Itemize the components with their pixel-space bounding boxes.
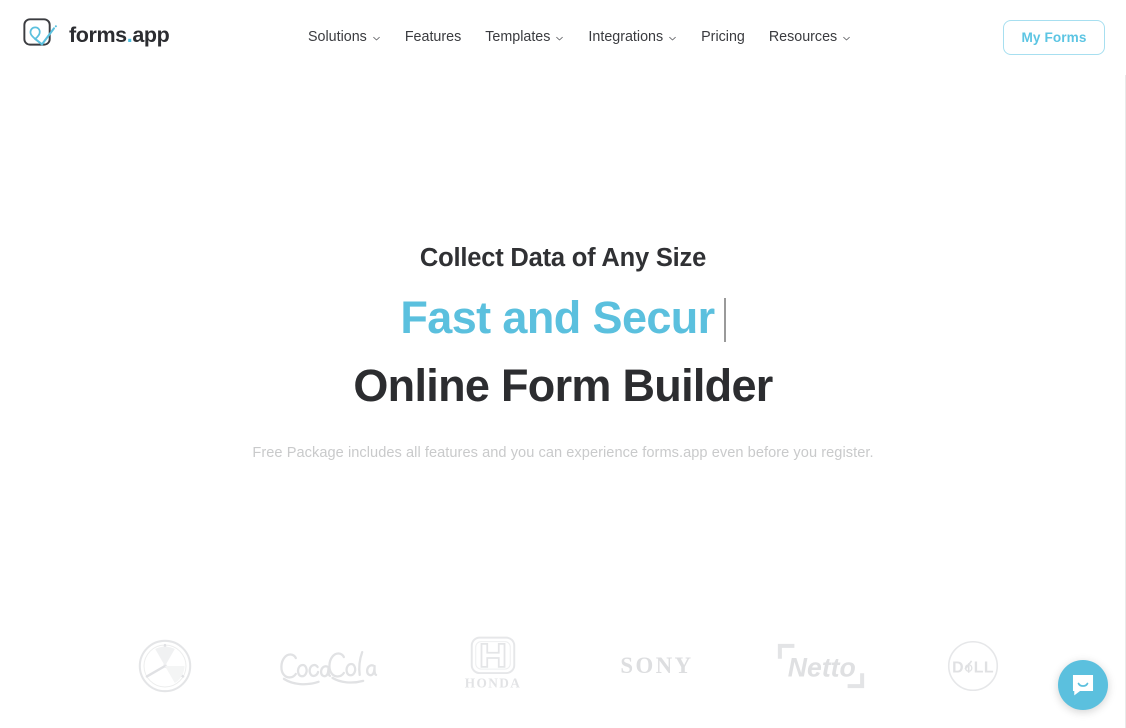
nav-label: Solutions [308,29,367,45]
hero-eyebrow: Collect Data of Any Size [419,244,707,272]
hero-typed-line: Fast and Secur [0,291,1126,345]
brand-logo-coca-cola [247,643,411,689]
brand-name: forms.app [69,22,170,47]
coca-cola-logo-icon [277,643,381,689]
brand-logo-honda: HONDA [411,635,575,697]
hero-subtitle: Free Package includes all features and y… [252,444,874,461]
customer-logo-strip: HONDA SONY Netto D⌽LL [0,630,1126,702]
chevron-down-icon [372,32,381,43]
nav-label: Templates [485,29,551,45]
intercom-chat-bubble-icon [1070,672,1096,698]
netto-logo-icon: Netto [776,641,866,691]
page-title: Online Form Builder [353,359,773,411]
svg-text:Netto: Netto [788,652,856,682]
nav-item-templates[interactable]: Templates [473,25,576,49]
forms-app-checkmark-logo-icon [23,18,60,53]
typing-caret [723,297,726,342]
hero-typed-text: Fast and Secur [400,291,715,343]
brand-logo-dell: D⌽LL [903,638,1043,694]
svg-text:D⌽LL: D⌽LL [952,660,994,677]
landing-page: forms.app Solutions Features Templates I… [0,0,1126,728]
nav-item-features[interactable]: Features [393,25,473,49]
chevron-down-icon [555,32,564,43]
brand-logo-link[interactable]: forms.app [23,18,170,53]
brand-logo-sony: SONY [575,649,739,683]
brand-logo-netto: Netto [739,641,903,691]
nav-item-solutions[interactable]: Solutions [296,25,393,49]
nav-item-integrations[interactable]: Integrations [576,25,689,49]
nav-label: Pricing [701,29,745,45]
main-navigation: Solutions Features Templates Integration… [296,25,863,49]
site-header: forms.app Solutions Features Templates I… [0,0,1126,75]
nav-label: Features [404,29,462,45]
sony-logo-icon: SONY [595,649,719,683]
my-forms-button[interactable]: My Forms [1003,20,1105,55]
dell-logo-icon: D⌽LL [945,638,1001,694]
honda-logo-icon: HONDA [459,635,527,697]
nav-item-pricing[interactable]: Pricing [689,25,757,49]
nav-label: Resources [768,29,838,45]
intercom-chat-launcher-button[interactable] [1058,660,1108,710]
mercedes-benz-logo-icon [137,638,193,694]
brand-logo-mercedes-benz [83,638,247,694]
chevron-down-icon [842,32,851,43]
chevron-down-icon [668,32,677,43]
nav-item-resources[interactable]: Resources [757,25,863,49]
svg-text:SONY: SONY [620,653,693,678]
svg-text:HONDA: HONDA [465,675,521,690]
nav-label: Integrations [588,29,664,45]
hero-section: Collect Data of Any Size Fast and Secur … [0,75,1126,463]
